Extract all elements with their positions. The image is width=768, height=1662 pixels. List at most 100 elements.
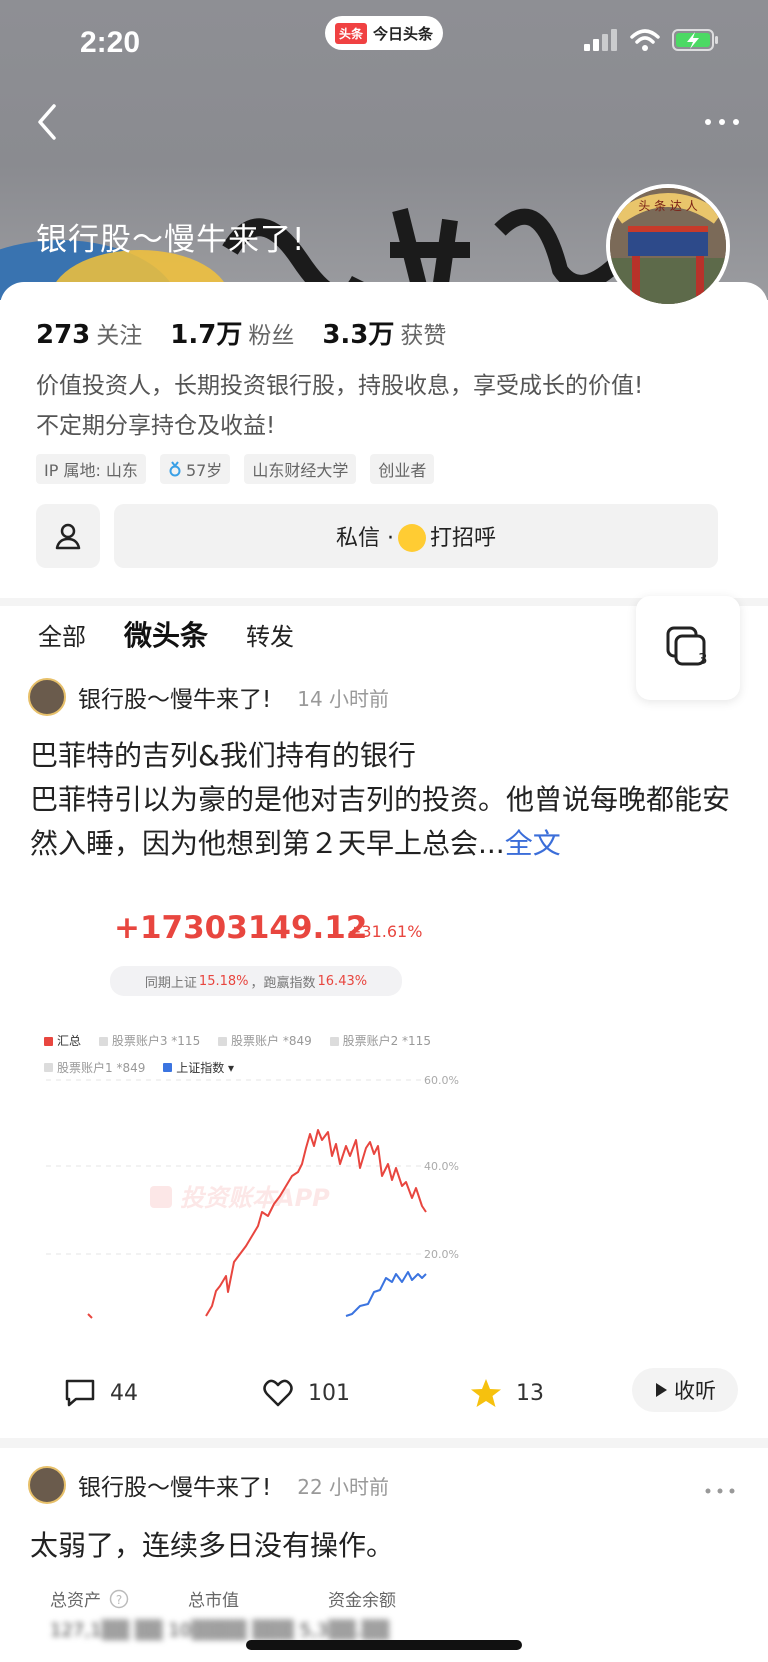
post-header: 银行股～慢牛来了! 14 小时前 [28, 678, 389, 716]
tab-micro-toutiao[interactable]: 微头条 [124, 614, 208, 654]
play-icon [656, 1383, 667, 1397]
asset-summary: 总资产 ? 总市值 资金余额 [50, 1586, 396, 1611]
star-icon [471, 1379, 501, 1407]
market-value-label: 总市值 [188, 1591, 239, 1611]
y-tick-label: 40.0% [424, 1160, 459, 1173]
profile-avatar[interactable]: 头 条 达 人 [606, 184, 730, 308]
stat-label: 获赞 [400, 323, 447, 349]
comment-action[interactable]: 44 [64, 1378, 138, 1408]
stacked-windows-icon: 3 [666, 626, 708, 668]
post-time: 14 小时前 [297, 686, 390, 711]
back-button[interactable] [28, 100, 68, 144]
stat-value: 1.7万 [170, 320, 243, 350]
svg-text:?: ? [116, 1593, 122, 1607]
post-body[interactable]: 巴菲特引以为豪的是他对吉列的投资。他曾说每晚都能安然入睡，因为他想到第２天早上总… [30, 778, 730, 866]
chart-gain-percent: +31.61% [348, 922, 423, 941]
chart-compare-pill: 同期上证 15.18% ，跑赢指数 16.43% [110, 966, 402, 996]
avatar-image: 头 条 达 人 [610, 188, 726, 304]
compare-index-value: 15.18% [198, 973, 249, 989]
author-avatar[interactable] [28, 678, 66, 716]
stat-label: 粉丝 [248, 323, 295, 349]
favorite-count: 13 [516, 1380, 544, 1406]
stat-likes[interactable]: 3.3万 获赞 [322, 314, 446, 351]
post-author[interactable]: 银行股～慢牛来了! [78, 1468, 271, 1502]
comment-icon [65, 1379, 95, 1407]
post-body-text: 巴菲特引以为豪的是他对吉列的投资。他曾说每晚都能安然入睡，因为他想到第２天早上总… [30, 783, 731, 860]
app-name: 今日头条 [373, 24, 434, 43]
wifi-icon [630, 29, 660, 51]
post-text[interactable]: 太弱了，连续多日没有操作。 [30, 1524, 394, 1568]
svg-text:头 条 达 人: 头 条 达 人 [638, 199, 697, 213]
series-shanghai-index-line [345, 1271, 427, 1317]
status-time: 2:20 [80, 26, 141, 59]
post-title[interactable]: 巴菲特的吉列&我们持有的银行 [30, 734, 416, 778]
toutiao-logo: 头条 [334, 22, 367, 44]
more-horizontal-icon [705, 1488, 735, 1494]
y-tick-label: 20.0% [424, 1248, 459, 1261]
favorite-action[interactable]: 13 [470, 1378, 544, 1408]
tag-age: 57岁 [159, 454, 231, 484]
author-avatar[interactable] [28, 1466, 66, 1504]
status-bar: 2:20 头条 今日头条 [0, 0, 768, 90]
profile-tags: IP 属地: 山东 57岁 山东财经大学 创业者 [36, 454, 435, 484]
tab-reposts[interactable]: 转发 [246, 617, 294, 652]
tag-age-label: 57岁 [185, 461, 223, 480]
signal-icon [584, 29, 617, 51]
cash-balance-label: 资金余额 [328, 1591, 396, 1611]
post-time: 22 小时前 [297, 1474, 390, 1499]
post-divider [0, 1438, 768, 1448]
like-action[interactable]: 101 [262, 1378, 350, 1408]
like-count: 101 [308, 1380, 350, 1406]
profile-stats: 273 关注 1.7万 粉丝 3.3万 获赞 [36, 314, 446, 351]
tag-occupation: 创业者 [370, 454, 435, 484]
post-author[interactable]: 银行股～慢牛来了! [78, 680, 271, 714]
svg-text:投资账本APP: 投资账本APP [180, 1184, 330, 1212]
listen-label: 收听 [674, 1379, 716, 1403]
follow-button[interactable] [36, 504, 100, 568]
more-options-button[interactable] [700, 110, 744, 134]
content-tabs: 全部 微头条 转发 [38, 612, 294, 656]
chart-gain-value: +17303149.12 [114, 910, 368, 946]
profile-bio: 价值投资人，长期投资银行股，持股收息，享受成长的价值! 不定期分享持仓及收益! [36, 366, 736, 446]
home-indicator[interactable] [246, 1640, 522, 1650]
stat-value: 273 [36, 320, 91, 350]
floating-window-button[interactable]: 3 [636, 596, 740, 700]
help-icon[interactable]: ? [109, 1589, 129, 1609]
tab-all[interactable]: 全部 [38, 617, 86, 652]
tag-ip-location: IP 属地: 山东 [36, 454, 146, 484]
chart-watermark: 投资账本APP [150, 1184, 330, 1212]
y-tick-label: 60.0% [424, 1074, 459, 1087]
battery-charging-icon [672, 29, 718, 51]
smile-emoji-icon [397, 524, 426, 552]
compare-label: 同期上证 [144, 975, 197, 991]
male-icon [169, 461, 181, 477]
post-header: 银行股～慢牛来了! 22 小时前 [28, 1466, 389, 1504]
heart-icon [263, 1379, 293, 1407]
app-pill[interactable]: 头条 今日头条 [325, 16, 443, 50]
listen-button[interactable]: 收听 [632, 1368, 738, 1412]
compare-mid-label: ，跑赢指数 [250, 975, 316, 991]
message-label: 私信 · [335, 526, 394, 551]
chart-lines: 60.0% 40.0% 20.0% 投资账本APP [46, 1074, 459, 1319]
user-icon [55, 523, 81, 550]
profile-card: 273 关注 1.7万 粉丝 3.3万 获赞 价值投资人，长期投资银行股，持股收… [0, 282, 768, 600]
window-count: 3 [698, 650, 708, 668]
post-more-button[interactable] [704, 1474, 736, 1502]
message-label-greet: 打招呼 [429, 526, 496, 551]
total-assets-label: 总资产 ? [50, 1586, 188, 1611]
system-icons [584, 28, 720, 52]
message-button[interactable]: 私信 · 打招呼 [114, 504, 718, 568]
stat-value: 3.3万 [322, 320, 395, 350]
bio-line: 价值投资人，长期投资银行股，持股收息，享受成长的价值! [36, 373, 644, 399]
stat-following[interactable]: 273 关注 [36, 316, 142, 350]
read-full-link[interactable]: 全文 [505, 827, 561, 860]
post-image-chart[interactable]: +17303149.12 +31.61% 同期上证 15.18% ，跑赢指数 1… [30, 876, 500, 1354]
bio-line: 不定期分享持仓及收益! [36, 413, 276, 439]
series-total-line [87, 1129, 427, 1319]
stat-label: 关注 [96, 323, 143, 349]
stat-followers[interactable]: 1.7万 粉丝 [170, 314, 294, 351]
compare-beat-value: 16.43% [317, 973, 368, 989]
post-action-bar: 44 101 13 收听 [0, 1368, 768, 1424]
tag-school: 山东财经大学 [244, 454, 357, 484]
comment-count: 44 [110, 1380, 138, 1406]
